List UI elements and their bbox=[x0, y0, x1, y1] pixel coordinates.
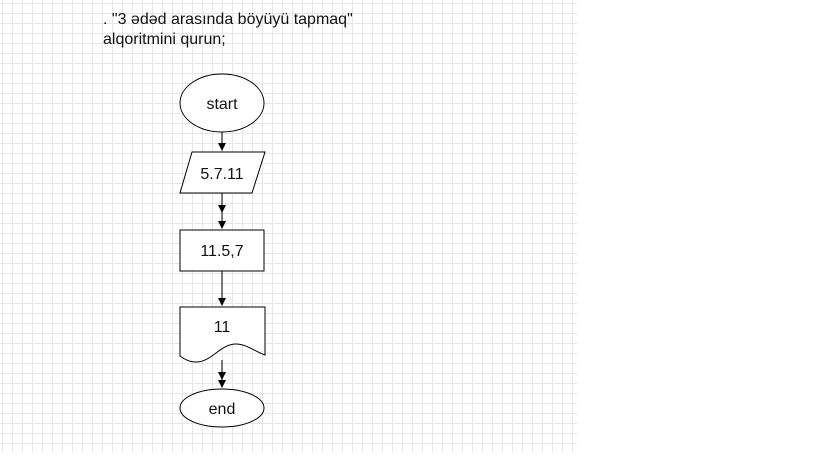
output-node: 11 bbox=[179, 306, 266, 363]
input-label: 5.7.11 bbox=[200, 166, 243, 183]
end-node: end bbox=[179, 388, 265, 428]
flowchart: start 5.7.11 11.5,7 11 end bbox=[179, 73, 266, 428]
input-node: 5.7.11 bbox=[179, 151, 266, 194]
start-label: start bbox=[206, 96, 238, 113]
start-node: start bbox=[179, 73, 265, 133]
arrow-output-to-end-head-2 bbox=[218, 372, 226, 380]
end-label: end bbox=[209, 401, 236, 418]
process-label: 11.5,7 bbox=[200, 243, 243, 260]
arrow-input-to-process-head-2 bbox=[218, 205, 226, 213]
process-node: 11.5,7 bbox=[179, 229, 265, 272]
output-label: 11 bbox=[214, 319, 231, 336]
